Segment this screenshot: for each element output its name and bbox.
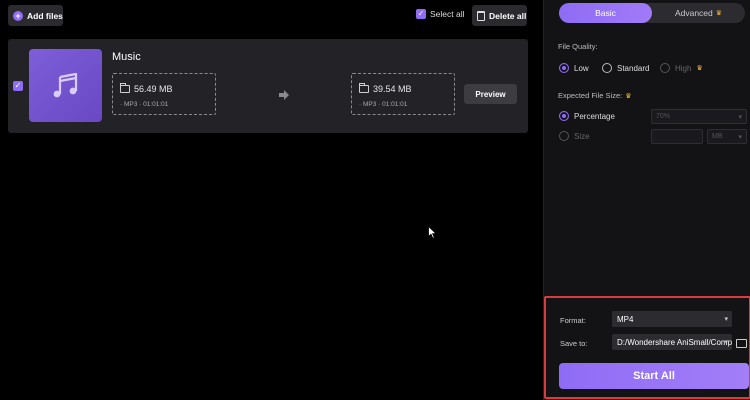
save-to-label: Save to: bbox=[560, 339, 588, 348]
tab-advanced-label: Advanced bbox=[674, 8, 713, 18]
size-input[interactable] bbox=[651, 129, 703, 144]
select-all-label: Select all bbox=[430, 9, 465, 19]
trash-icon bbox=[477, 10, 485, 21]
folder-icon bbox=[359, 83, 369, 93]
tab-advanced[interactable]: Advanced ♛ bbox=[652, 3, 745, 23]
output-meta: · MP3 · 01:01:01 bbox=[359, 101, 408, 108]
save-to-value: D:/Wondershare AniSmall/Comp bbox=[617, 337, 732, 347]
size-option[interactable]: Size bbox=[559, 131, 590, 141]
crown-icon: ♛ bbox=[625, 92, 632, 100]
delete-all-button[interactable]: Delete all bbox=[472, 5, 527, 26]
quality-low-label: Low bbox=[574, 63, 589, 73]
file-thumbnail bbox=[29, 49, 102, 122]
chevron-down-icon: ▾ bbox=[738, 134, 742, 141]
format-select[interactable]: MP4 ▾ bbox=[612, 311, 732, 327]
file-quality-label: File Quality: bbox=[558, 42, 598, 51]
music-note-icon bbox=[53, 72, 77, 97]
radio-low[interactable] bbox=[559, 63, 569, 73]
quality-high-option[interactable]: High ♛ bbox=[660, 63, 703, 73]
source-meta: · MP3 · 01:01:01 bbox=[120, 101, 169, 108]
format-label: Format: bbox=[560, 316, 586, 325]
quality-low-option[interactable]: Low bbox=[559, 63, 589, 73]
chevron-down-icon: ▾ bbox=[724, 316, 728, 323]
percentage-option[interactable]: Percentage bbox=[559, 111, 615, 121]
cursor-icon bbox=[428, 226, 437, 239]
open-folder-icon[interactable] bbox=[736, 339, 747, 348]
tab-basic[interactable]: Basic bbox=[559, 3, 652, 23]
radio-percentage[interactable] bbox=[559, 111, 569, 121]
settings-panel: Basic Advanced ♛ File Quality: Low Stand… bbox=[543, 0, 750, 400]
crown-icon: ♛ bbox=[715, 10, 723, 17]
file-checkbox[interactable]: ✓ bbox=[13, 81, 23, 91]
arrow-right-icon bbox=[279, 90, 289, 100]
size-label: Size bbox=[574, 131, 590, 141]
crown-icon: ♛ bbox=[696, 65, 703, 72]
quality-high-label: High bbox=[675, 63, 692, 73]
file-list-area: + Add files ✓ Select all Delete all ✓ Mu… bbox=[0, 0, 543, 400]
source-size-box: 56.49 MB · MP3 · 01:01:01 bbox=[112, 73, 216, 115]
delete-all-label: Delete all bbox=[489, 10, 527, 21]
start-all-button[interactable]: Start All bbox=[559, 363, 749, 389]
chevron-down-icon: ▾ bbox=[724, 339, 728, 346]
folder-icon bbox=[120, 83, 130, 93]
quality-standard-label: Standard bbox=[617, 63, 650, 73]
radio-standard[interactable] bbox=[602, 63, 612, 73]
percentage-label: Percentage bbox=[574, 111, 615, 121]
add-files-button[interactable]: + Add files bbox=[8, 5, 63, 26]
expected-size-section: Expected File Size: ♛ bbox=[558, 91, 631, 100]
file-name: Music bbox=[112, 51, 141, 63]
radio-size[interactable] bbox=[559, 131, 569, 141]
source-size: 56.49 MB bbox=[134, 84, 173, 94]
file-row: ✓ Music 56.49 MB · MP3 · 01:01:01 39.54 … bbox=[8, 39, 528, 133]
chevron-down-icon: ▾ bbox=[738, 114, 742, 121]
select-all-toggle[interactable]: ✓ Select all bbox=[416, 9, 465, 19]
size-unit-select[interactable]: MB ▾ bbox=[707, 129, 747, 144]
output-size: 39.54 MB bbox=[373, 84, 412, 94]
tab-basic-label: Basic bbox=[595, 8, 616, 18]
percentage-select[interactable]: 70% ▾ bbox=[651, 109, 747, 124]
mode-tabs: Basic Advanced ♛ bbox=[559, 3, 745, 23]
output-settings-box: Format: MP4 ▾ Save to: D:/Wondershare An… bbox=[544, 296, 750, 399]
checkbox-icon[interactable]: ✓ bbox=[416, 9, 426, 19]
percentage-value: 70% bbox=[656, 113, 671, 120]
save-to-select[interactable]: D:/Wondershare AniSmall/Comp ▾ bbox=[612, 334, 732, 350]
expected-size-label: Expected File Size: bbox=[558, 91, 623, 100]
preview-button[interactable]: Preview bbox=[464, 84, 517, 104]
add-files-label: Add files bbox=[27, 10, 63, 21]
format-value: MP4 bbox=[617, 314, 634, 324]
quality-standard-option[interactable]: Standard bbox=[602, 63, 649, 73]
plus-icon: + bbox=[13, 10, 23, 21]
radio-high[interactable] bbox=[660, 63, 670, 73]
output-size-box: 39.54 MB · MP3 · 01:01:01 bbox=[351, 73, 455, 115]
size-unit: MB bbox=[712, 133, 723, 140]
